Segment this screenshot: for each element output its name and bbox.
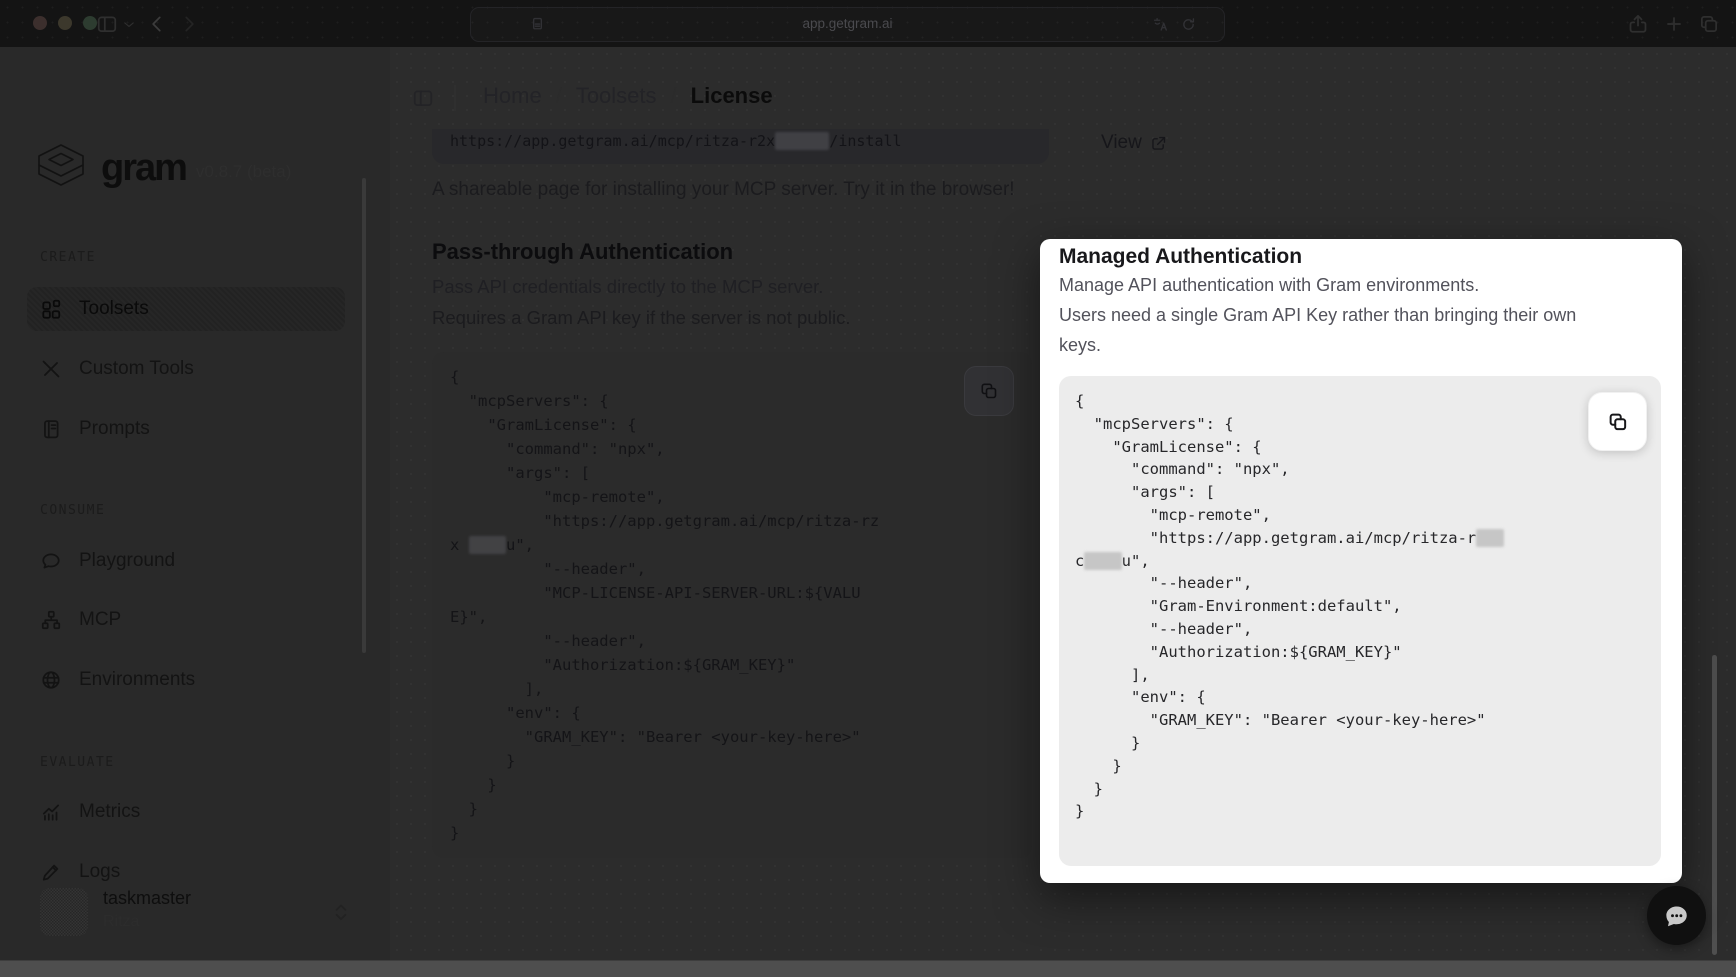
header-divider xyxy=(454,85,456,111)
panel-desc-line: Users need a single Gram API Key rather … xyxy=(1059,305,1576,326)
view-label: View xyxy=(1101,132,1142,154)
sidebar-item-label: Metrics xyxy=(79,801,140,823)
sidebar-item-prompts[interactable]: Prompts xyxy=(27,407,345,451)
sidebar-item-label: Prompts xyxy=(79,418,150,440)
browser-chrome: app.getgram.ai xyxy=(0,0,1736,47)
sidebar-item-mcp[interactable]: MCP xyxy=(27,598,345,642)
passthrough-desc-2: Requires a Gram API key if the server is… xyxy=(432,307,850,329)
sidebar-item-label: Logs xyxy=(79,861,120,883)
gram-logo-icon xyxy=(33,142,89,194)
shareable-description: A shareable page for installing your MCP… xyxy=(432,179,1015,201)
url-bar[interactable]: app.getgram.ai xyxy=(470,7,1225,42)
prompts-icon xyxy=(40,418,62,440)
new-tab-icon[interactable] xyxy=(1663,13,1685,35)
sidebar: gram v0.8.7 (beta) CREATE Toolsets Custo… xyxy=(0,47,390,960)
sidebar-item-metrics[interactable]: Metrics xyxy=(27,790,345,834)
sidebar-item-environments[interactable]: Environments xyxy=(27,658,345,702)
reload-icon[interactable] xyxy=(1180,16,1197,33)
custom-tools-icon xyxy=(40,358,62,380)
close-button[interactable] xyxy=(33,16,47,30)
share-icon[interactable] xyxy=(1627,13,1649,35)
minimize-button[interactable] xyxy=(58,16,72,30)
app-logo[interactable]: gram v0.8.7 (beta) xyxy=(33,142,291,194)
chevron-up-down-icon xyxy=(330,901,352,923)
external-link-icon xyxy=(1150,135,1167,152)
breadcrumb: Home / Toolsets / License xyxy=(483,83,773,109)
breadcrumb-license: License xyxy=(691,83,773,109)
environments-icon xyxy=(40,669,62,691)
sidebar-item-label: Toolsets xyxy=(79,298,149,320)
chat-widget-button[interactable] xyxy=(1647,886,1706,945)
metrics-icon xyxy=(40,801,62,823)
view-button[interactable]: View xyxy=(1101,132,1167,154)
forward-icon[interactable] xyxy=(178,13,200,35)
managed-auth-code-block: { "mcpServers": { "GramLicense": { "comm… xyxy=(1059,376,1661,866)
browser-window: app.getgram.ai gram v0.8.7 (beta) CREA xyxy=(0,0,1736,977)
copy-button[interactable] xyxy=(964,366,1014,416)
copy-button[interactable] xyxy=(1588,392,1647,451)
install-url-box: https://app.getgram.ai/mcp/ritza-r2x▒▒▒▒… xyxy=(432,129,1049,164)
breadcrumb-separator: / xyxy=(556,83,562,109)
chat-bubble-icon xyxy=(1662,901,1692,931)
translate-icon[interactable] xyxy=(1152,16,1169,33)
copy-icon xyxy=(979,381,999,401)
sidebar-item-playground[interactable]: Playground xyxy=(27,539,345,583)
panel-desc-line: keys. xyxy=(1059,335,1101,356)
back-icon[interactable] xyxy=(146,13,168,35)
avatar xyxy=(40,888,88,936)
user-name: taskmaster xyxy=(103,888,191,909)
chevron-down-icon[interactable] xyxy=(122,18,136,40)
sidebar-toggle-icon[interactable] xyxy=(96,13,118,35)
section-label-evaluate: EVALUATE xyxy=(40,755,115,770)
managed-auth-code: { "mcpServers": { "GramLicense": { "comm… xyxy=(1075,390,1504,823)
page-header: Home / Toolsets / License xyxy=(390,47,1736,129)
managed-auth-panel: Managed Authentication Manage API authen… xyxy=(1040,239,1682,883)
panel-toggle-icon[interactable] xyxy=(412,87,434,109)
sidebar-item-label: Custom Tools xyxy=(79,358,194,380)
section-label-consume: CONSUME xyxy=(40,503,105,518)
passthrough-code-block: { "mcpServers": { "GramLicense": { "comm… xyxy=(432,352,1032,858)
sidebar-item-label: Playground xyxy=(79,550,175,572)
sidebar-item-custom-tools[interactable]: Custom Tools xyxy=(27,347,345,391)
version-label: v0.8.7 (beta) xyxy=(196,162,291,182)
window-bottom-edge xyxy=(0,960,1736,977)
playground-icon xyxy=(40,550,62,572)
sidebar-scrollbar[interactable] xyxy=(362,178,366,653)
section-label-create: CREATE xyxy=(40,250,96,265)
logs-icon xyxy=(40,861,62,883)
url-text: app.getgram.ai xyxy=(471,16,1224,31)
toolsets-icon xyxy=(40,298,62,320)
sidebar-item-label: MCP xyxy=(79,609,121,631)
passthrough-title: Pass-through Authentication xyxy=(432,239,733,265)
install-url: https://app.getgram.ai/mcp/ritza-r2x▒▒▒▒… xyxy=(450,132,902,150)
breadcrumb-home[interactable]: Home xyxy=(483,83,542,109)
panel-desc-line: Manage API authentication with Gram envi… xyxy=(1059,275,1479,296)
sidebar-item-toolsets[interactable]: Toolsets xyxy=(27,287,345,331)
fullscreen-button[interactable] xyxy=(83,16,97,30)
mcp-icon xyxy=(40,609,62,631)
account-switcher[interactable]: taskmaster Ritza xyxy=(40,888,360,936)
passthrough-code: { "mcpServers": { "GramLicense": { "comm… xyxy=(450,365,879,845)
page-scrollbar[interactable] xyxy=(1712,655,1717,955)
panel-title: Managed Authentication xyxy=(1059,245,1302,269)
user-org: Ritza xyxy=(103,913,139,931)
breadcrumb-separator: / xyxy=(671,83,677,109)
logo-wordmark: gram xyxy=(101,147,186,190)
breadcrumb-toolsets[interactable]: Toolsets xyxy=(576,83,657,109)
passthrough-desc-1: Pass API credentials directly to the MCP… xyxy=(432,276,823,298)
copy-icon xyxy=(1607,411,1629,433)
tabs-icon[interactable] xyxy=(1698,13,1720,35)
sidebar-item-label: Environments xyxy=(79,669,195,691)
